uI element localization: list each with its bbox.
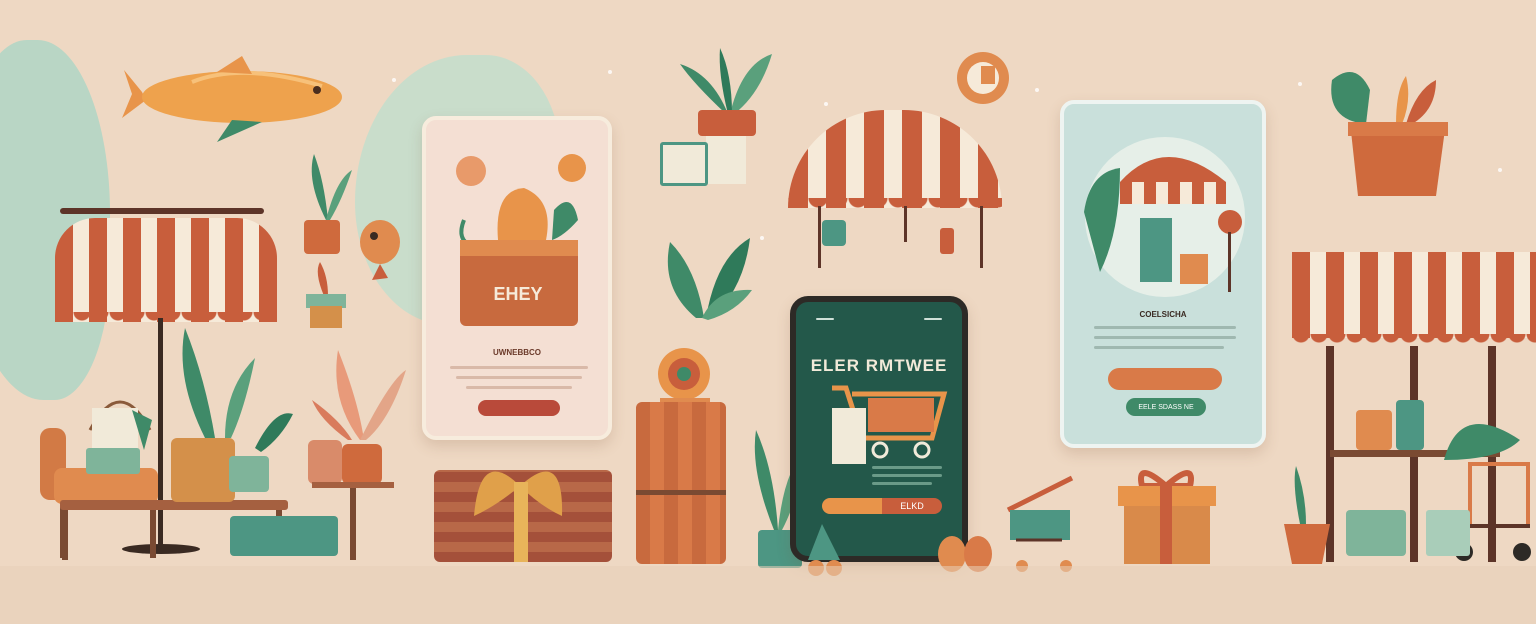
bubble-icon <box>558 154 586 182</box>
mini-box-icon <box>660 142 708 186</box>
sparkle-dot <box>1035 88 1039 92</box>
text-line <box>1094 336 1236 339</box>
potted-plant-icon <box>304 154 352 254</box>
phone-right-primary-button[interactable] <box>1108 368 1222 390</box>
text-line <box>1094 346 1224 349</box>
potted-plant-icon <box>171 328 293 502</box>
table-leg <box>62 510 68 560</box>
table-leg <box>350 488 356 560</box>
box-icon <box>1426 510 1470 556</box>
potted-plant-icon <box>306 262 346 328</box>
sparkle-dot <box>1498 168 1502 172</box>
sparkle-dot <box>760 236 764 240</box>
gift-box-icon <box>1118 470 1216 564</box>
leaf-plant-icon <box>667 238 752 320</box>
ground-shadow <box>0 566 1536 624</box>
basket-sign-text: EHEY <box>493 284 542 304</box>
text-line <box>872 466 942 469</box>
badge-icon <box>957 52 1009 104</box>
shopping-cart-icon <box>832 385 948 464</box>
umbrella-canopy <box>788 110 1002 208</box>
fish-mascot-icon <box>360 220 400 280</box>
umbrella-string <box>818 206 821 268</box>
phone-mockup-left: EHEY UWNEBBCO <box>422 116 612 440</box>
umbrella-string <box>904 206 907 242</box>
shopping-illustration-scene: EHEY UWNEBBCO ELER RMTWEE ELKD COELSICHA… <box>0 0 1536 624</box>
text-line <box>456 376 582 379</box>
phone-left-heading: UWNEBBCO <box>493 348 541 357</box>
market-stall-icon <box>1084 137 1245 297</box>
phone-right-heading: COELSICHA <box>1139 310 1187 319</box>
flower-pot-icon <box>308 350 406 484</box>
shelf-item <box>1396 400 1424 450</box>
text-line <box>1094 326 1236 329</box>
phone-left-button[interactable] <box>478 400 560 416</box>
sparkle-dot <box>608 70 612 74</box>
striped-awning-icon <box>55 218 277 322</box>
umbrella-string <box>980 206 983 268</box>
barrel-hoop <box>636 490 726 495</box>
sparkle-dot <box>824 102 828 106</box>
striped-awning-icon <box>1292 252 1536 338</box>
status-bar-item <box>816 318 834 320</box>
shopping-basket-icon <box>86 400 152 474</box>
awning-rod <box>60 208 264 214</box>
potted-plant-icon <box>1331 72 1448 196</box>
phone-center-button-left[interactable] <box>822 498 882 514</box>
ribbon-bow-icon <box>474 471 563 562</box>
fish-illustration <box>122 56 342 142</box>
status-bar-item <box>924 318 942 320</box>
text-line <box>466 386 572 389</box>
shopping-basket-icon: EHEY <box>459 188 578 326</box>
wooden-barrel <box>636 402 726 564</box>
hanging-item <box>940 228 954 254</box>
text-line <box>450 366 588 369</box>
text-line <box>872 474 942 477</box>
sparkle-dot <box>1298 82 1302 86</box>
text-line <box>872 482 932 485</box>
shopping-bag-icon <box>1346 510 1406 556</box>
potted-plant-icon <box>1284 466 1330 564</box>
sparkle-dot <box>392 78 396 82</box>
phone-mockup-right: COELSICHA EELE SDASS NE <box>1060 100 1266 448</box>
hanging-item <box>822 220 846 246</box>
shelf-item <box>1356 410 1392 450</box>
phone-center-button-right[interactable]: ELKD <box>882 498 942 514</box>
shopping-cart-icon <box>1006 475 1074 572</box>
storage-crate <box>230 516 338 556</box>
phone-right-secondary-button[interactable]: EELE SDASS NE <box>1126 398 1206 416</box>
